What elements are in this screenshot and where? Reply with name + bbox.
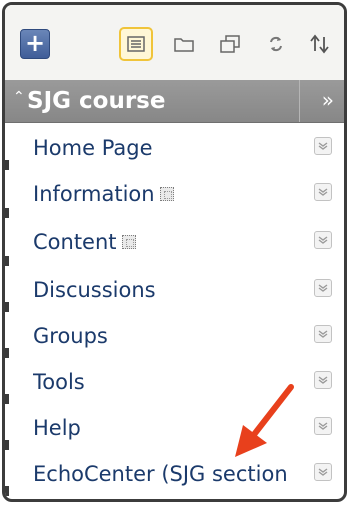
annotation-arrow-icon <box>235 384 294 457</box>
course-menu-panel: + ⌃ SJG course » Home Page Information C… <box>2 2 347 502</box>
